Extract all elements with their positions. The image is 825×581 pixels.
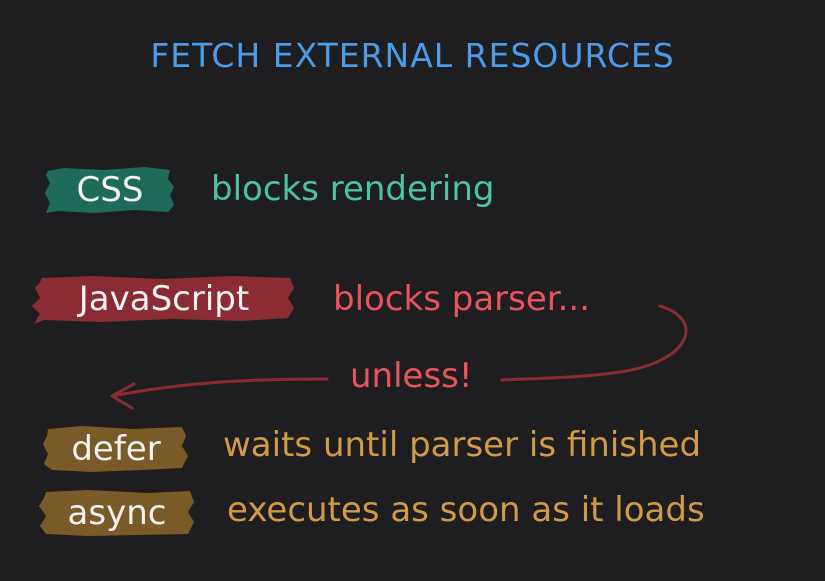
defer-description: waits until parser is finished — [223, 425, 702, 465]
defer-tag: defer — [42, 424, 190, 474]
async-tag-label: async — [67, 493, 167, 533]
javascript-tag: JavaScript — [32, 274, 296, 324]
unless-label: unless! — [350, 356, 473, 396]
javascript-description: blocks parser... — [333, 279, 591, 319]
css-description: blocks rendering — [211, 169, 495, 209]
page-title: FETCH EXTERNAL RESOURCES — [150, 36, 675, 75]
defer-tag-label: defer — [71, 429, 161, 469]
css-tag: CSS — [44, 165, 176, 215]
javascript-tag-label: JavaScript — [78, 279, 250, 319]
async-tag: async — [38, 488, 196, 538]
diagram-canvas: FETCH EXTERNAL RESOURCES CSS blocks rend… — [0, 0, 825, 581]
css-tag-label: CSS — [76, 170, 144, 210]
async-description: executes as soon as it loads — [227, 490, 705, 530]
